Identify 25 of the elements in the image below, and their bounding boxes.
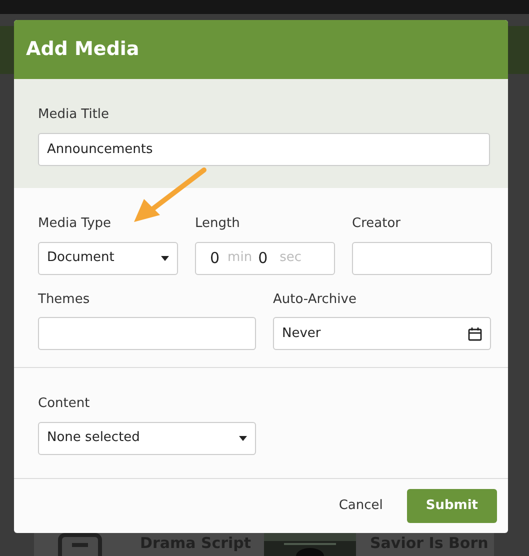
- date-field[interactable]: Never: [273, 317, 491, 350]
- field-label: Creator: [352, 215, 402, 233]
- caret-icon: [161, 256, 169, 260]
- unit-text: min: [228, 249, 252, 268]
- minutes-value: 0: [210, 248, 220, 269]
- field-label: Media Title: [38, 106, 110, 124]
- media-type-select[interactable]: Document: [38, 242, 178, 274]
- length-field[interactable]: 0 min 0 sec: [195, 242, 335, 274]
- unit-text: sec: [280, 249, 302, 268]
- calendar-icon: [468, 326, 482, 340]
- input-field[interactable]: [38, 317, 256, 350]
- field-label: Content: [38, 395, 91, 413]
- clipboard-icon: [58, 533, 102, 556]
- field-label: Length: [195, 215, 241, 233]
- cancel-button[interactable]: Cancel: [338, 496, 383, 516]
- seconds-value: 0: [258, 248, 268, 269]
- field-label: Media Type: [38, 215, 112, 233]
- field-label: Auto-Archive: [273, 290, 358, 308]
- input-field[interactable]: [352, 242, 492, 274]
- caret-icon: [239, 436, 247, 440]
- input-field[interactable]: Announcements: [38, 132, 490, 166]
- submit-button[interactable]: Submit: [406, 489, 497, 523]
- field-label: Themes: [38, 290, 91, 308]
- dialog-title: Add Media: [26, 37, 140, 62]
- content-select[interactable]: None selected: [38, 422, 256, 454]
